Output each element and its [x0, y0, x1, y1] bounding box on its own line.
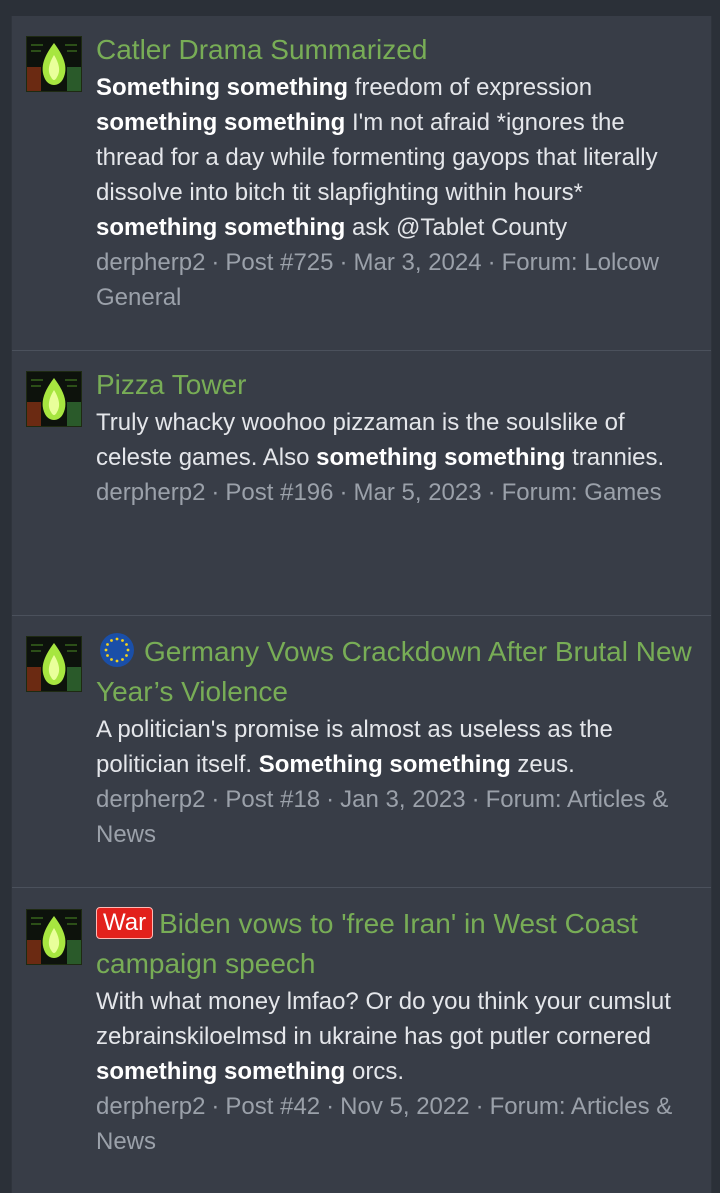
avatar[interactable]	[26, 371, 82, 427]
post-number-link[interactable]: Post #18	[225, 786, 320, 813]
result-title-link[interactable]: Pizza Tower	[96, 365, 699, 405]
result-meta: derpherp2 · Post #18 · Jan 3, 2023 · Forum: Ar…	[96, 782, 699, 852]
separator-dot: ·	[339, 249, 348, 276]
separator-dot: ·	[211, 249, 220, 276]
separator-dot: ·	[339, 479, 348, 506]
snippet-highlight: something something	[96, 1058, 346, 1085]
avatar-image	[27, 910, 81, 964]
author-link[interactable]: derpherp2	[96, 786, 205, 813]
separator-dot: ·	[211, 1093, 220, 1120]
post-number-link[interactable]: Post #196	[225, 479, 333, 506]
post-date: Mar 5, 2023	[353, 479, 482, 506]
separator-dot: ·	[211, 786, 220, 813]
snippet-text: orcs.	[345, 1058, 405, 1085]
snippet-highlight: something something	[316, 444, 566, 471]
author-link[interactable]: derpherp2	[96, 1093, 205, 1120]
search-result: Pizza Tower Truly whacky woohoo pizzaman…	[12, 351, 711, 616]
search-results-list: Catler Drama Summarized Something someth…	[11, 16, 712, 1193]
result-meta: derpherp2 · Post #196 · Mar 5, 2023 · Forum: G…	[96, 475, 699, 510]
result-title-text[interactable]: Germany Vows Crackdown After Brutal New …	[96, 636, 692, 707]
post-date: Nov 5, 2022	[340, 1093, 470, 1120]
forum-link[interactable]: Forum: Games	[502, 479, 662, 506]
snippet-text: zeus.	[510, 751, 575, 778]
result-title-link[interactable]: Catler Drama Summarized	[96, 30, 699, 70]
separator-dot: ·	[471, 786, 480, 813]
avatar[interactable]	[26, 36, 82, 92]
result-title-link[interactable]: Germany Vows Crackdown After Brutal New …	[96, 632, 699, 712]
result-meta: derpherp2 · Post #725 · Mar 3, 2024 · Forum: L…	[96, 245, 699, 315]
separator-dot: ·	[475, 1093, 484, 1120]
result-snippet: With what money lmfao? Or do you think y…	[96, 984, 699, 1089]
search-result: War Biden vows to 'free Iran' in West Coa…	[12, 888, 711, 1193]
search-result: Germany Vows Crackdown After Brutal New …	[12, 616, 711, 888]
snippet-text: With what money lmfao? Or do you think y…	[96, 988, 671, 1050]
snippet-highlight: Something something	[96, 74, 348, 101]
post-number-link[interactable]: Post #725	[225, 249, 333, 276]
result-snippet: A politician's promise is almost as usel…	[96, 712, 699, 782]
result-snippet: Truly whacky woohoo pizzaman is the soul…	[96, 405, 699, 475]
war-prefix-tag: War	[96, 907, 154, 939]
eu-flag-icon	[100, 633, 134, 667]
snippet-highlight: Something something	[258, 751, 511, 778]
author-link[interactable]: derpherp2	[96, 479, 205, 506]
top-strip	[0, 0, 720, 16]
avatar[interactable]	[26, 909, 82, 965]
post-date: Jan 3, 2023	[340, 786, 466, 813]
result-meta: derpherp2 · Post #42 · Nov 5, 2022 · Forum: Ar…	[96, 1089, 699, 1159]
snippet-highlight: something something	[96, 214, 346, 241]
author-link[interactable]: derpherp2	[96, 249, 205, 276]
separator-dot: ·	[326, 1093, 335, 1120]
result-title-link[interactable]: War Biden vows to 'free Iran' in West Coa…	[96, 904, 699, 984]
separator-dot: ·	[487, 249, 496, 276]
search-result: Catler Drama Summarized Something someth…	[12, 16, 711, 351]
result-title-text[interactable]: Biden vows to 'free Iran' in West Coast …	[96, 908, 638, 979]
avatar-image	[27, 37, 81, 91]
post-date: Mar 3, 2024	[353, 249, 482, 276]
separator-dot: ·	[326, 786, 335, 813]
snippet-text: freedom of expression	[348, 74, 593, 101]
snippet-highlight: something something	[96, 109, 346, 136]
avatar[interactable]	[26, 636, 82, 692]
snippet-text: ask @Tablet County	[345, 214, 568, 241]
avatar-image	[27, 372, 81, 426]
post-number-link[interactable]: Post #42	[225, 1093, 320, 1120]
separator-dot: ·	[487, 479, 496, 506]
result-snippet: Something something freedom of expressio…	[96, 70, 699, 245]
snippet-text: trannies.	[565, 444, 665, 471]
avatar-image	[27, 637, 81, 691]
separator-dot: ·	[211, 479, 220, 506]
